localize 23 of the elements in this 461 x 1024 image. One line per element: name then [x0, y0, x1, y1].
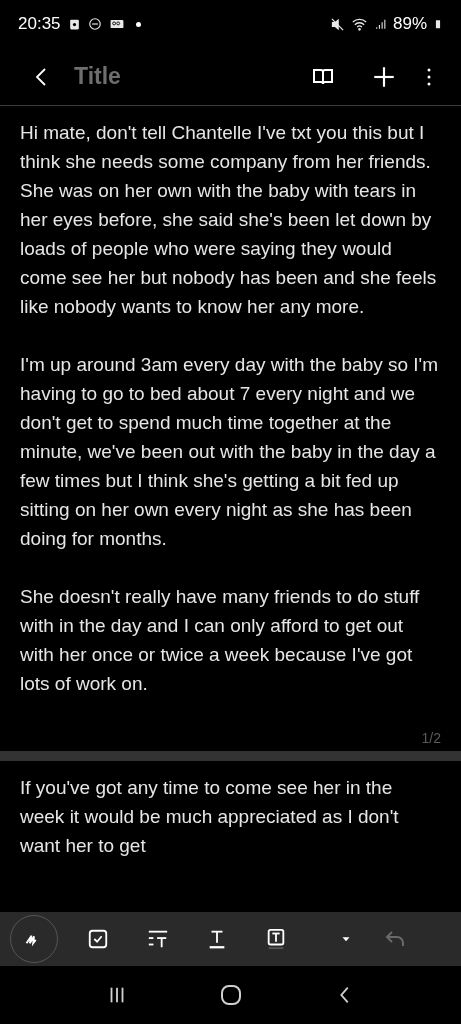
text-lines-icon	[147, 928, 169, 950]
text-box-button[interactable]	[265, 928, 287, 950]
home-button[interactable]	[218, 983, 243, 1007]
page-number: 1/2	[421, 729, 441, 748]
do-not-disturb-icon	[87, 17, 102, 31]
text-style-button[interactable]	[147, 928, 169, 950]
checkbox-icon	[87, 928, 109, 950]
note-paragraph: Hi mate, don't tell Chantelle I've txt you this but I think she needs some company from her friends. She was on her own with the baby with tears in her eyes before, she said she's been let down by loads of people who were saying they would come see her but nobody has been and she feels like nobody wants to know her any more.	[20, 121, 438, 319]
more-options-icon	[427, 67, 431, 86]
home-icon	[218, 983, 243, 1007]
note-paragraph: I'm up around 3am every day with the baby so I'm having to go to bed about 7 every night and we don't get to spend much time together at the minute, we've been out with the baby in the day a few times but I think she's getting a bit fed up sitting on her own every night as she has been doing for months.	[20, 353, 440, 551]
photo-notification-icon	[67, 17, 81, 31]
boxed-text-icon	[265, 928, 287, 950]
wifi-icon	[350, 16, 368, 32]
status-time: 20:35	[18, 13, 61, 36]
note-paragraph: She doesn't really have many friends to do stuff with in the day and I can only afford to get out with her once or twice a week because I've got lots of work on.	[20, 585, 421, 696]
note-paragraph: If you've got any time to come see her in the week it would be much appreciated as I don't want her to get	[20, 776, 400, 858]
title-field[interactable]: Title	[74, 59, 224, 94]
muted-speaker-icon	[329, 16, 345, 32]
voicemail-icon	[108, 17, 125, 31]
checkbox-button[interactable]	[87, 928, 109, 950]
more-options-button[interactable]	[427, 67, 431, 86]
battery-level: 89%	[392, 13, 427, 36]
